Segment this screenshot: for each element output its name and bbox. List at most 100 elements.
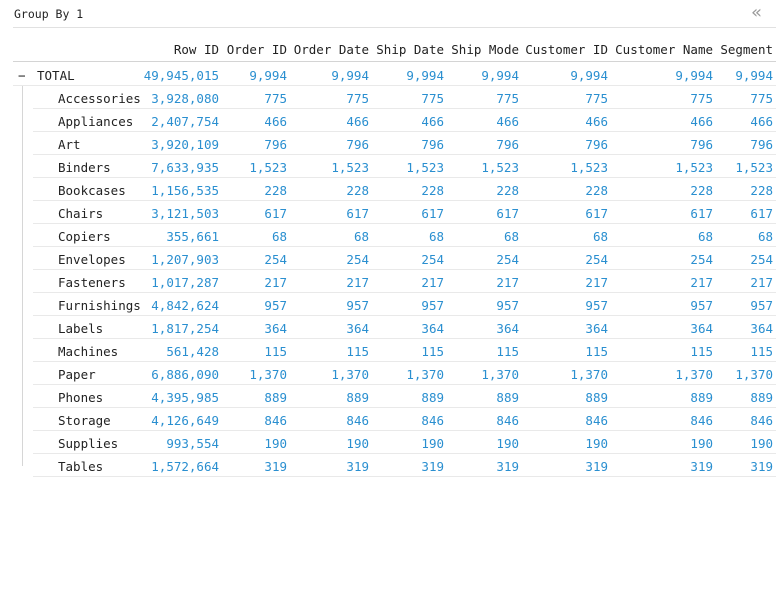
- cell-customer-name: 1,370: [675, 367, 713, 382]
- cell-segment: 1,523: [735, 160, 773, 175]
- group-row[interactable]: Furnishings 4,842,624 957 957 957 957 957 957 95…: [33, 293, 776, 316]
- cell-order-id: 228: [264, 183, 287, 198]
- cell-order-id: 1,523: [249, 160, 287, 175]
- cell-segment: 466: [750, 114, 773, 129]
- group-row[interactable]: Copiers 355,661 68 68 68 68 68 68 68: [33, 224, 776, 247]
- cell-order-date: 68: [353, 229, 369, 244]
- cell-row-id: 6,886,090: [151, 367, 219, 382]
- group-row[interactable]: Art 3,920,109 796 796 796 796 796 796 796: [33, 132, 776, 155]
- total-row[interactable]: − TOTAL 49,945,015 9,994 9,994 9,994 9,994 9,99…: [13, 63, 776, 86]
- group-row[interactable]: Bookcases 1,156,535 228 228 228 228 228 228 228: [33, 178, 776, 201]
- cell-customer-id: 1,370: [570, 367, 608, 382]
- row-label: Storage: [58, 413, 111, 428]
- cell-order-id: 617: [264, 206, 287, 221]
- cell-order-date: 364: [346, 321, 369, 336]
- cell-row-id: 4,395,985: [151, 390, 219, 405]
- group-row[interactable]: Chairs 3,121,503 617 617 617 617 617 617 617: [33, 201, 776, 224]
- column-header-ship-mode[interactable]: Ship Mode: [451, 42, 519, 57]
- cell-row-id: 561,428: [166, 344, 219, 359]
- cell-order-date: 466: [346, 114, 369, 129]
- row-label: Machines: [58, 344, 119, 359]
- cell-customer-id: 68: [592, 229, 608, 244]
- cell-order-id: 364: [264, 321, 287, 336]
- cell-order-date: 1,370: [331, 367, 369, 382]
- cell-segment: 254: [750, 252, 773, 267]
- cell-segment: 190: [750, 436, 773, 451]
- row-label: Tables: [58, 459, 104, 474]
- collapse-group-toggle[interactable]: −: [18, 68, 26, 83]
- cell-ship-mode: 9,994: [481, 68, 519, 83]
- panel-header: Group By 1 «: [13, 0, 776, 28]
- cell-order-id: 846: [264, 413, 287, 428]
- cell-segment: 9,994: [735, 68, 773, 83]
- cell-customer-name: 9,994: [675, 68, 713, 83]
- cell-ship-date: 775: [421, 91, 444, 106]
- column-header-customer-name[interactable]: Customer Name: [615, 42, 713, 57]
- cell-order-date: 115: [346, 344, 369, 359]
- group-row[interactable]: Appliances 2,407,754 466 466 466 466 466 466 466: [33, 109, 776, 132]
- cell-order-id: 190: [264, 436, 287, 451]
- group-row[interactable]: Supplies 993,554 190 190 190 190 190 190 190: [33, 431, 776, 454]
- cell-row-id: 7,633,935: [151, 160, 219, 175]
- cell-ship-mode: 617: [496, 206, 519, 221]
- group-row[interactable]: Labels 1,817,254 364 364 364 364 364 364 364: [33, 316, 776, 339]
- cell-segment: 115: [750, 344, 773, 359]
- group-row[interactable]: Tables 1,572,664 319 319 319 319 319 319 319: [33, 454, 776, 477]
- row-label: Labels: [58, 321, 104, 336]
- row-label: Supplies: [58, 436, 119, 451]
- cell-customer-id: 228: [585, 183, 608, 198]
- cell-ship-date: 957: [421, 298, 444, 313]
- group-row[interactable]: Phones 4,395,985 889 889 889 889 889 889 889: [33, 385, 776, 408]
- group-row[interactable]: Paper 6,886,090 1,370 1,370 1,370 1,370 1,370 1…: [33, 362, 776, 385]
- cell-segment: 617: [750, 206, 773, 221]
- cell-segment: 775: [750, 91, 773, 106]
- cell-ship-mode: 115: [496, 344, 519, 359]
- cell-ship-mode: 190: [496, 436, 519, 451]
- cell-row-id: 993,554: [166, 436, 219, 451]
- group-row[interactable]: Fasteners 1,017,287 217 217 217 217 217 217 217: [33, 270, 776, 293]
- cell-customer-id: 466: [585, 114, 608, 129]
- row-label: Paper: [58, 367, 96, 382]
- cell-customer-id: 775: [585, 91, 608, 106]
- column-header-row-id[interactable]: Row ID: [174, 42, 219, 57]
- cell-ship-mode: 228: [496, 183, 519, 198]
- cell-order-id: 775: [264, 91, 287, 106]
- cell-customer-name: 217: [690, 275, 713, 290]
- cell-customer-name: 319: [690, 459, 713, 474]
- row-label: Envelopes: [58, 252, 126, 267]
- collapse-panel-icon[interactable]: «: [751, 2, 762, 23]
- cell-ship-mode: 1,370: [481, 367, 519, 382]
- column-header-order-date[interactable]: Order Date: [294, 42, 369, 57]
- cell-segment: 364: [750, 321, 773, 336]
- cell-row-id: 3,121,503: [151, 206, 219, 221]
- column-header-customer-id[interactable]: Customer ID: [525, 42, 608, 57]
- group-row[interactable]: Accessories 3,928,080 775 775 775 775 775 775 77…: [33, 86, 776, 109]
- cell-customer-id: 796: [585, 137, 608, 152]
- column-header-segment[interactable]: Segment: [720, 42, 773, 57]
- cell-row-id: 1,817,254: [151, 321, 219, 336]
- cell-customer-id: 115: [585, 344, 608, 359]
- row-label: Chairs: [58, 206, 104, 221]
- group-row[interactable]: Machines 561,428 115 115 115 115 115 115 115: [33, 339, 776, 362]
- cell-segment: 217: [750, 275, 773, 290]
- cell-order-id: 889: [264, 390, 287, 405]
- row-label: Binders: [58, 160, 111, 175]
- cell-customer-name: 228: [690, 183, 713, 198]
- cell-ship-mode: 319: [496, 459, 519, 474]
- cell-customer-name: 466: [690, 114, 713, 129]
- row-label: Fasteners: [58, 275, 126, 290]
- cell-ship-mode: 957: [496, 298, 519, 313]
- cell-order-date: 217: [346, 275, 369, 290]
- cell-order-date: 1,523: [331, 160, 369, 175]
- row-label: Furnishings: [58, 298, 141, 313]
- group-row[interactable]: Binders 7,633,935 1,523 1,523 1,523 1,523 1,52…: [33, 155, 776, 178]
- group-row[interactable]: Envelopes 1,207,903 254 254 254 254 254 254 254: [33, 247, 776, 270]
- column-header-ship-date[interactable]: Ship Date: [376, 42, 444, 57]
- cell-ship-date: 364: [421, 321, 444, 336]
- cell-order-id: 796: [264, 137, 287, 152]
- cell-order-date: 319: [346, 459, 369, 474]
- column-header-order-id[interactable]: Order ID: [227, 42, 287, 57]
- cell-customer-id: 254: [585, 252, 608, 267]
- row-label: Phones: [58, 390, 104, 405]
- group-row[interactable]: Storage 4,126,649 846 846 846 846 846 846 846: [33, 408, 776, 431]
